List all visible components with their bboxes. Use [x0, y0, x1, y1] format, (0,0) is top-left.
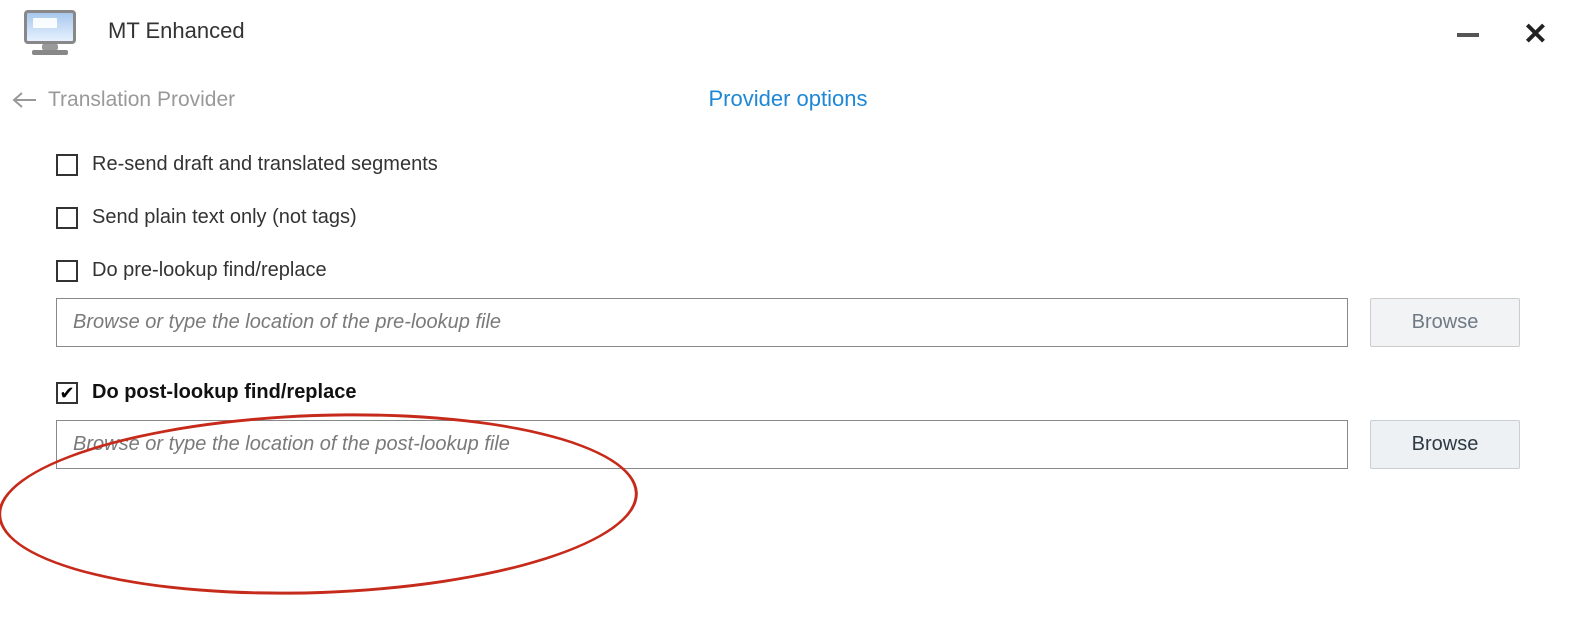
- option-postlookup: ✔ Do post-lookup find/replace: [56, 381, 1520, 404]
- option-plaintext: Send plain text only (not tags): [56, 206, 1520, 229]
- postlookup-input-row: Browse: [56, 420, 1520, 469]
- title-bar: MT Enhanced: [0, 0, 1576, 70]
- back-link[interactable]: Translation Provider: [12, 88, 235, 112]
- tab-provider-options[interactable]: Provider options: [709, 86, 868, 112]
- back-arrow-icon: [12, 90, 38, 110]
- prelookup-label: Do pre-lookup find/replace: [92, 259, 327, 282]
- app-icon: [20, 10, 80, 52]
- prelookup-checkbox[interactable]: [56, 260, 78, 282]
- option-prelookup: Do pre-lookup find/replace: [56, 259, 1520, 282]
- plaintext-label: Send plain text only (not tags): [92, 206, 357, 229]
- prelookup-file-input[interactable]: [56, 298, 1348, 347]
- option-resend: Re-send draft and translated segments: [56, 153, 1520, 176]
- content: Re-send draft and translated segments Se…: [0, 153, 1576, 469]
- subheader: Translation Provider Provider options: [0, 70, 1576, 153]
- breadcrumb-label: Translation Provider: [48, 88, 235, 112]
- postlookup-file-input[interactable]: [56, 420, 1348, 469]
- resend-checkbox[interactable]: [56, 154, 78, 176]
- prelookup-browse-button[interactable]: Browse: [1370, 298, 1520, 347]
- postlookup-browse-button[interactable]: Browse: [1370, 420, 1520, 469]
- window-title: MT Enhanced: [108, 18, 245, 44]
- plaintext-checkbox[interactable]: [56, 207, 78, 229]
- close-icon[interactable]: ✕: [1523, 20, 1548, 50]
- window-controls: ✕: [1457, 20, 1548, 50]
- resend-label: Re-send draft and translated segments: [92, 153, 438, 176]
- prelookup-input-row: Browse: [56, 298, 1520, 347]
- minimize-icon[interactable]: [1457, 33, 1479, 37]
- postlookup-checkbox[interactable]: ✔: [56, 382, 78, 404]
- postlookup-label: Do post-lookup find/replace: [92, 381, 356, 404]
